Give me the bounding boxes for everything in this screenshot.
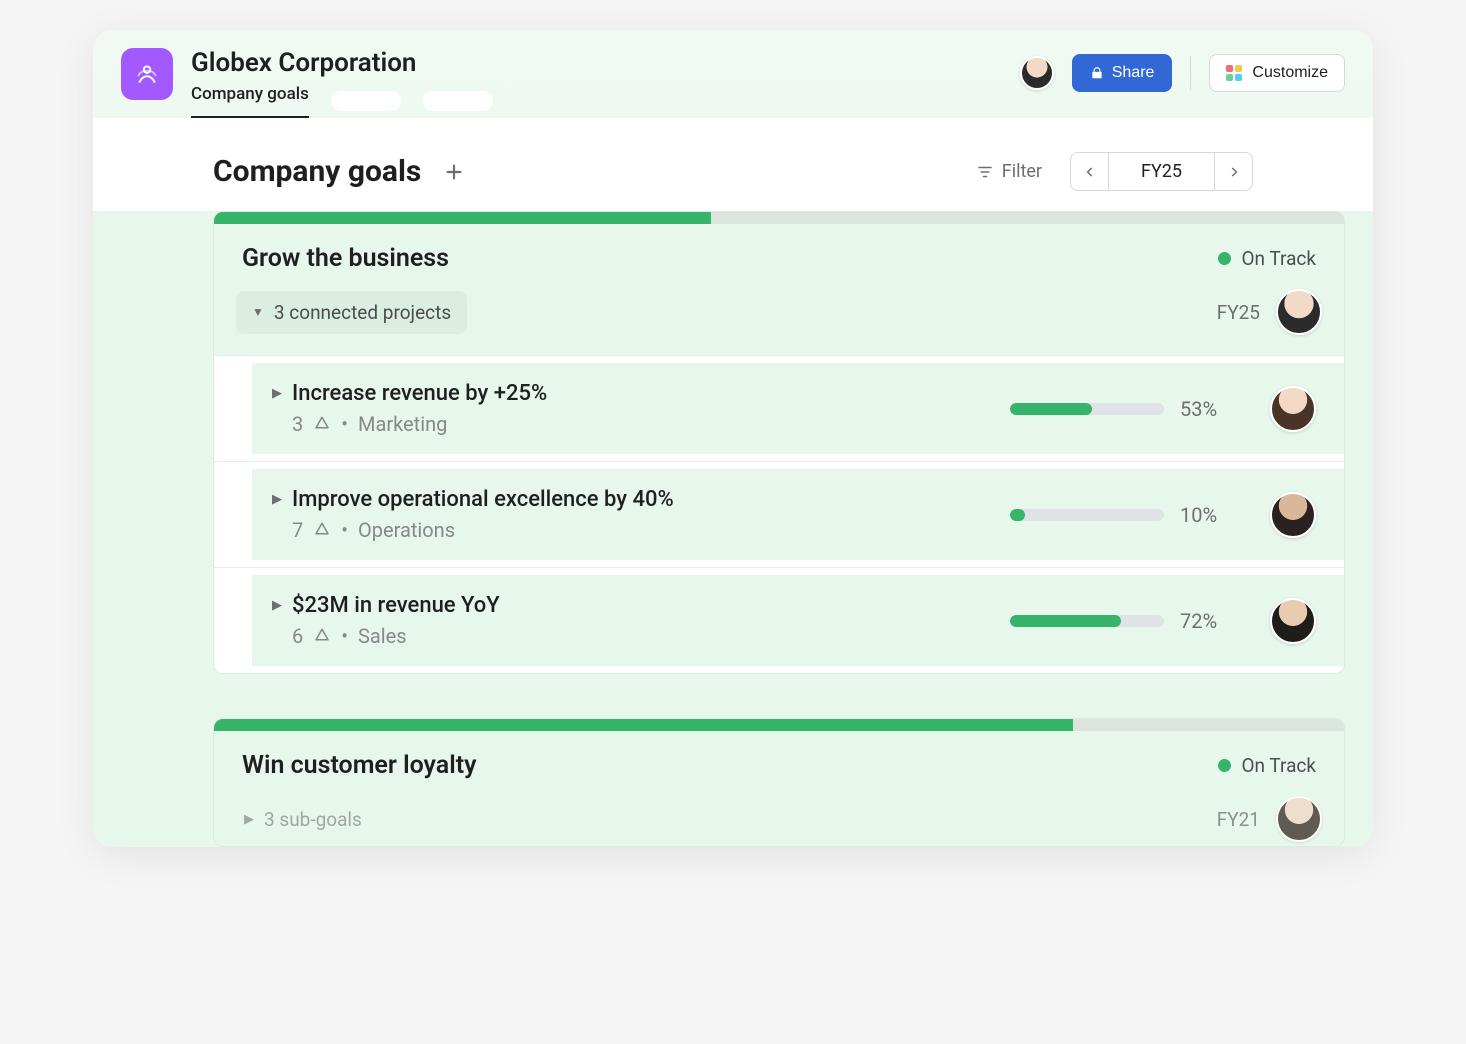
status-label: On Track [1241,754,1316,777]
subgoal-shape-icon [313,627,331,645]
subgoal-progress: 10% [1010,503,1230,527]
connected-projects-toggle[interactable]: ▼ 3 connected projects [236,291,467,334]
filter-button[interactable]: Filter [976,161,1042,182]
tab-placeholder [423,91,493,111]
goal-owner-avatar[interactable] [1276,796,1322,842]
divider [1190,56,1191,90]
goal-progress-bar [214,212,1344,224]
goal-card[interactable]: Win customer loyalty On Track ▶ 3 sub-go… [213,718,1345,847]
period-prev-button[interactable] [1071,153,1109,190]
add-goal-button[interactable] [439,157,469,187]
subgoal-row[interactable]: ▶ Increase revenue by +25% 3 • Marketing [214,355,1344,461]
expand-icon[interactable]: ▶ [244,812,254,827]
subgoal-progress: 72% [1010,609,1230,633]
subgoal-title: Improve operational excellence by 40% [292,487,674,512]
customize-button[interactable]: Customize [1209,54,1345,92]
goals-area: Grow the business On Track ▼ 3 connected… [93,211,1373,847]
subgoal-shape-icon [313,415,331,433]
subgoal-count: 7 [292,518,303,542]
subgoal-shape-icon [313,521,331,539]
subgoal-title: Increase revenue by +25% [292,381,547,406]
org-title: Globex Corporation [191,48,493,78]
goal-period: FY21 [1217,808,1260,831]
app-window: Globex Corporation Company goals Share [93,30,1373,847]
filter-icon [976,163,994,181]
connected-label: 3 sub-goals [264,808,362,831]
period-picker: FY25 [1070,152,1253,191]
period-next-button[interactable] [1214,153,1252,190]
chevron-right-icon [1227,165,1241,179]
tab-company-goals[interactable]: Company goals [191,84,309,118]
subgoal-progress: 53% [1010,397,1230,421]
subgoal-count: 6 [292,624,303,648]
expand-icon[interactable]: ▶ [272,386,282,401]
grid-icon [1226,65,1242,81]
header-avatar[interactable] [1020,56,1054,90]
subgoal-dept: Marketing [358,412,447,436]
goal-progress-bar [214,719,1344,731]
subgoal-pct: 72% [1180,609,1230,633]
subgoal-pct: 10% [1180,503,1230,527]
goal-status: On Track [1218,754,1316,777]
subgoal-owner-avatar[interactable] [1270,492,1316,538]
subgoal-row[interactable]: ▶ Improve operational excellence by 40% … [214,461,1344,567]
share-button[interactable]: Share [1072,54,1173,92]
goal-title: Grow the business [242,244,449,273]
share-label: Share [1112,64,1155,82]
status-label: On Track [1241,247,1316,270]
goal-card[interactable]: Grow the business On Track ▼ 3 connected… [213,211,1345,674]
goal-progress-fill [214,212,711,224]
goal-owner-avatar[interactable] [1276,289,1322,335]
org-icon [121,48,173,100]
filter-label: Filter [1002,161,1042,182]
header: Globex Corporation Company goals Share [93,30,1373,118]
goal-title: Win customer loyalty [242,751,477,780]
toolbar: Company goals Filter FY25 [93,118,1373,211]
connected-label: 3 connected projects [274,301,451,324]
subgoal-owner-avatar[interactable] [1270,598,1316,644]
subgoal-owner-avatar[interactable] [1270,386,1316,432]
expand-icon[interactable]: ▶ [272,598,282,613]
tabs: Company goals [191,84,493,118]
plus-icon [443,161,465,183]
section-title: Company goals [213,154,421,189]
status-dot-icon [1218,252,1231,265]
subgoal-list: ▶ Increase revenue by +25% 3 • Marketing [214,355,1344,673]
subgoal-pct: 53% [1180,397,1230,421]
subgoal-dept: Sales [358,624,407,648]
subgoal-count: 3 [292,412,303,436]
goal-period: FY25 [1217,301,1260,324]
chevron-down-icon: ▼ [252,305,264,319]
status-dot-icon [1218,759,1231,772]
goal-progress-fill [214,719,1073,731]
period-label[interactable]: FY25 [1109,153,1214,190]
subgoal-row[interactable]: ▶ $23M in revenue YoY 6 • Sales [214,567,1344,673]
tab-placeholder [331,91,401,111]
lock-icon [1090,66,1104,80]
chevron-left-icon [1083,165,1097,179]
subgoal-dept: Operations [358,518,455,542]
expand-icon[interactable]: ▶ [272,492,282,507]
goal-status: On Track [1218,247,1316,270]
subgoal-title: $23M in revenue YoY [292,593,500,618]
customize-label: Customize [1252,64,1328,82]
